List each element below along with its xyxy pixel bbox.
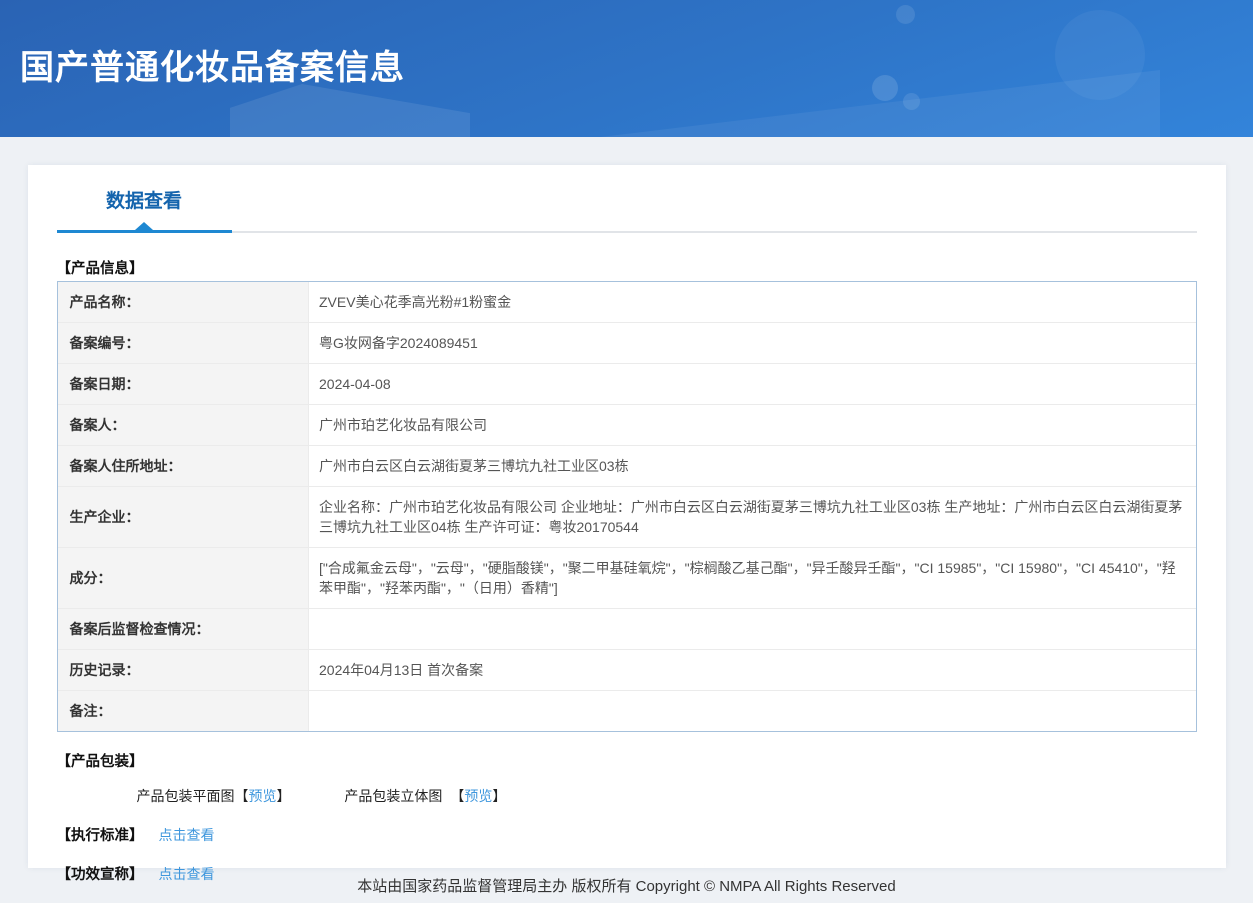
tab-active-caret-icon	[135, 222, 153, 230]
packaging-row: 产品包装平面图【预览】 产品包装立体图 【预览】	[57, 786, 1197, 806]
row-value: 广州市白云区白云湖街夏茅三博坑九社工业区03栋	[308, 445, 1196, 487]
bracket: 】	[492, 788, 507, 804]
tab-bar: 数据查看	[56, 191, 1197, 233]
tab-active-underline	[56, 230, 232, 233]
row-label: 生产企业：	[57, 486, 309, 548]
row-value: ZVEV美心花季高光粉#1粉蜜金	[308, 282, 1196, 323]
page-header: 国产普通化妆品备案信息	[0, 0, 1253, 137]
row-label: 备案人：	[57, 404, 309, 446]
table-row: 备案人： 广州市珀艺化妆品有限公司	[57, 404, 1196, 446]
row-label: 备案人住所地址：	[57, 445, 309, 487]
product-info-table-body: 产品名称： ZVEV美心花季高光粉#1粉蜜金 备案编号： 粤G妆网备字20240894…	[57, 282, 1196, 732]
packaging-flat-preview-link[interactable]: 预览	[249, 788, 277, 804]
product-info-table: 产品名称： ZVEV美心花季高光粉#1粉蜜金 备案编号： 粤G妆网备字20240894…	[56, 281, 1197, 732]
copyright-text: 本站由国家药品监督管理局主办 版权所有 Copyright © NMPA All…	[357, 878, 896, 895]
table-row: 成分： ["合成氟金云母"，"云母"，"硬脂酸镁"，"聚二甲基硅氧烷"，"棕榈酸乙…	[57, 547, 1196, 609]
standards-section-title: 【执行标准】	[56, 828, 144, 844]
content-card: 数据查看 【产品信息】 产品名称： ZVEV美心花季高光粉#1粉蜜金 备案编号： 粤G…	[27, 165, 1226, 883]
packaging-flat-label: 产品包装平面图	[136, 788, 235, 804]
row-value: 2024年04月13日 首次备案	[308, 649, 1196, 691]
bracket: 】	[276, 788, 291, 804]
standards-view-link[interactable]: 点击查看	[159, 827, 215, 843]
bracket: 【	[450, 788, 465, 804]
tab-data-view-label: 数据查看	[105, 191, 182, 212]
tab-data-view[interactable]: 数据查看	[56, 191, 232, 233]
row-value: 粤G妆网备字2024089451	[308, 322, 1196, 364]
row-label: 备案编号：	[57, 322, 309, 364]
efficacy-section-title: 【功效宣称】	[56, 867, 144, 883]
row-value: 广州市珀艺化妆品有限公司	[308, 404, 1196, 446]
row-value: 2024-04-08	[308, 363, 1196, 405]
table-row: 生产企业： 企业名称：广州市珀艺化妆品有限公司 企业地址：广州市白云区白云湖街夏茅…	[57, 486, 1196, 548]
row-label: 备案日期：	[57, 363, 309, 405]
packaging-stereo-label: 产品包装立体图	[344, 788, 443, 804]
row-label: 成分：	[57, 547, 309, 609]
standards-row: 【执行标准】 点击查看	[57, 825, 1197, 845]
table-row: 备注：	[57, 690, 1196, 732]
efficacy-view-link[interactable]: 点击查看	[159, 866, 215, 882]
row-value: 企业名称：广州市珀艺化妆品有限公司 企业地址：广州市白云区白云湖街夏茅三博坑九社…	[308, 486, 1196, 548]
row-value: ["合成氟金云母"，"云母"，"硬脂酸镁"，"聚二甲基硅氧烷"，"棕榈酸乙基己酯…	[308, 547, 1196, 609]
row-label: 备注：	[57, 690, 309, 731]
packaging-stereo-group: 产品包装立体图 【预览】	[344, 786, 506, 806]
bracket: 【	[234, 788, 249, 804]
table-row: 产品名称： ZVEV美心花季高光粉#1粉蜜金	[57, 282, 1196, 323]
table-row: 备案编号： 粤G妆网备字2024089451	[57, 322, 1196, 364]
page-title: 国产普通化妆品备案信息	[20, 49, 405, 87]
header-decor-shape	[230, 84, 470, 137]
table-row: 备案人住所地址： 广州市白云区白云湖街夏茅三博坑九社工业区03栋	[57, 445, 1196, 487]
table-row: 历史记录： 2024年04月13日 首次备案	[57, 649, 1196, 691]
row-label: 产品名称：	[57, 282, 309, 323]
packaging-section-title: 【产品包装】	[56, 754, 144, 770]
row-value	[308, 608, 1196, 650]
packaging-stereo-preview-link[interactable]: 预览	[464, 788, 492, 804]
table-row: 备案后监督检查情况：	[57, 608, 1196, 650]
row-value	[309, 691, 1196, 732]
product-info-section-title: 【产品信息】	[56, 261, 144, 277]
packaging-flat-group: 产品包装平面图【预览】	[137, 786, 291, 806]
row-label: 备案后监督检查情况：	[57, 608, 309, 650]
table-row: 备案日期： 2024-04-08	[57, 363, 1196, 405]
row-label: 历史记录：	[57, 649, 309, 691]
